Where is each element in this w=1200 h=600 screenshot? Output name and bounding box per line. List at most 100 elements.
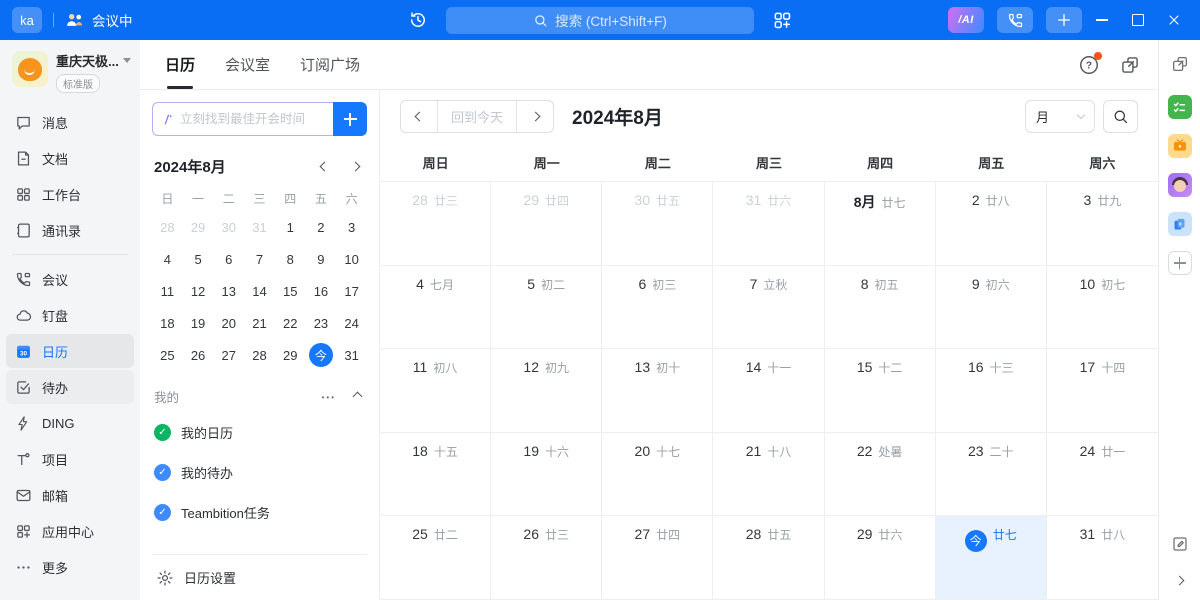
teambition-app-icon[interactable] — [1168, 212, 1192, 236]
day-cell[interactable]: 4七月 — [380, 266, 491, 350]
mini-day[interactable]: 28 — [244, 339, 275, 371]
org-switcher[interactable]: 重庆天极... 标准版 — [0, 40, 140, 99]
day-cell[interactable]: 23二十 — [936, 433, 1047, 517]
history-icon[interactable] — [408, 10, 428, 30]
sidebar-item-ding[interactable]: DING — [6, 406, 134, 440]
back-to-today-button[interactable]: 回到今天 — [437, 101, 517, 132]
quick-add-button[interactable] — [1046, 7, 1082, 33]
day-cell-today[interactable]: 今廿七 — [936, 516, 1047, 600]
mini-day[interactable]: 13 — [213, 275, 244, 307]
mini-day[interactable]: 1 — [275, 211, 306, 243]
sidebar-item-contacts[interactable]: 通讯录 — [6, 213, 134, 247]
sidebar-item-mail[interactable]: 邮箱 — [6, 478, 134, 512]
mini-day[interactable]: 30 — [213, 211, 244, 243]
call-button[interactable] — [997, 7, 1033, 33]
next-month-button[interactable] — [517, 101, 553, 132]
note-button[interactable] — [1171, 535, 1189, 553]
day-cell[interactable]: 18十五 — [380, 433, 491, 517]
mini-day[interactable]: 31 — [244, 211, 275, 243]
mini-next-month-button[interactable] — [351, 162, 361, 172]
checklist-app-icon[interactable] — [1168, 95, 1192, 119]
mini-day-today[interactable]: 今 — [306, 339, 337, 371]
sidebar-item-workbench[interactable]: 工作台 — [6, 177, 134, 211]
day-cell[interactable]: 12初九 — [491, 349, 602, 433]
mini-day[interactable]: 11 — [152, 275, 183, 307]
day-cell[interactable]: 5初二 — [491, 266, 602, 350]
sidebar-item-drive[interactable]: 钉盘 — [6, 298, 134, 332]
mini-day[interactable]: 4 — [152, 243, 183, 275]
mini-day[interactable]: 29 — [183, 211, 214, 243]
mini-day[interactable]: 16 — [306, 275, 337, 307]
mini-day[interactable]: 20 — [213, 307, 244, 339]
mini-day[interactable]: 6 — [213, 243, 244, 275]
day-cell[interactable]: 14十一 — [713, 349, 824, 433]
sidebar-item-app-center[interactable]: 应用中心 — [6, 514, 134, 548]
mini-day[interactable]: 27 — [213, 339, 244, 371]
mini-day[interactable]: 23 — [306, 307, 337, 339]
mini-day[interactable]: 19 — [183, 307, 214, 339]
day-cell[interactable]: 19十六 — [491, 433, 602, 517]
calendar-check-icon[interactable] — [154, 464, 171, 481]
mini-prev-month-button[interactable] — [320, 162, 330, 172]
mini-day[interactable]: 15 — [275, 275, 306, 307]
day-cell[interactable]: 31廿八 — [1047, 516, 1158, 600]
dock-open-external-button[interactable] — [1171, 55, 1189, 73]
sidebar-item-more[interactable]: 更多 — [6, 550, 134, 584]
day-cell[interactable]: 7立秋 — [713, 266, 824, 350]
mini-day[interactable]: 31 — [336, 339, 367, 371]
day-cell[interactable]: 24廿一 — [1047, 433, 1158, 517]
day-cell[interactable]: 13初十 — [602, 349, 713, 433]
global-search-input[interactable]: 搜索 (Ctrl+Shift+F) — [446, 7, 754, 34]
mini-day[interactable]: 17 — [336, 275, 367, 307]
mini-day[interactable]: 22 — [275, 307, 306, 339]
day-cell[interactable]: 22处暑 — [825, 433, 936, 517]
sidebar-item-projects[interactable]: 项目 — [6, 442, 134, 476]
mini-day[interactable]: 18 — [152, 307, 183, 339]
day-cell[interactable]: 10初七 — [1047, 266, 1158, 350]
day-cell[interactable]: 2廿八 — [936, 182, 1047, 266]
help-button[interactable]: ? — [1078, 54, 1100, 76]
calendar-list-item-teambition[interactable]: Teambition任务 — [152, 492, 367, 532]
close-button[interactable] — [1158, 7, 1190, 33]
workspace-badge[interactable]: ka — [12, 7, 42, 33]
sidebar-item-calendar[interactable]: 30 日历 — [6, 334, 134, 368]
calendar-check-icon[interactable] — [154, 424, 171, 441]
mini-day[interactable]: 10 — [336, 243, 367, 275]
calendar-check-icon[interactable] — [154, 504, 171, 521]
day-cell[interactable]: 3廿九 — [1047, 182, 1158, 266]
mini-day[interactable]: 21 — [244, 307, 275, 339]
sidebar-item-todo[interactable]: 待办 — [6, 370, 134, 404]
collapse-section-icon[interactable] — [353, 392, 363, 402]
tab-calendar[interactable]: 日历 — [165, 40, 195, 89]
mini-day[interactable]: 9 — [306, 243, 337, 275]
minimize-button[interactable] — [1086, 7, 1118, 33]
mini-day[interactable]: 5 — [183, 243, 214, 275]
day-cell[interactable]: 15十二 — [825, 349, 936, 433]
day-cell[interactable]: 28廿五 — [713, 516, 824, 600]
calendar-settings-button[interactable]: 日历设置 — [152, 554, 367, 600]
mini-day[interactable]: 7 — [244, 243, 275, 275]
day-cell[interactable]: 20十七 — [602, 433, 713, 517]
meeting-time-finder-input[interactable] — [180, 112, 326, 126]
mini-day[interactable]: 2 — [306, 211, 337, 243]
day-cell[interactable]: 8月廿七 — [825, 182, 936, 266]
mini-day[interactable]: 28 — [152, 211, 183, 243]
ai-assistant-button[interactable]: /AI — [948, 7, 984, 33]
calendar-list-item-my-todo[interactable]: 我的待办 — [152, 452, 367, 492]
day-cell[interactable]: 8初五 — [825, 266, 936, 350]
day-cell[interactable]: 25廿二 — [380, 516, 491, 600]
sidebar-item-docs[interactable]: 文档 — [6, 141, 134, 175]
calendar-search-button[interactable] — [1103, 100, 1138, 133]
mini-day[interactable]: 24 — [336, 307, 367, 339]
day-cell[interactable]: 27廿四 — [602, 516, 713, 600]
prev-month-button[interactable] — [401, 101, 437, 132]
day-cell[interactable]: 29廿六 — [825, 516, 936, 600]
ai-avatar[interactable] — [1168, 173, 1192, 197]
app-grid-add-icon[interactable] — [772, 10, 792, 30]
day-cell[interactable]: 11初八 — [380, 349, 491, 433]
meeting-status-button[interactable]: 会议中 — [65, 10, 133, 30]
day-cell[interactable]: 31廿六 — [713, 182, 824, 266]
maximize-button[interactable] — [1122, 7, 1154, 33]
create-event-button[interactable] — [333, 102, 367, 136]
mini-day[interactable]: 26 — [183, 339, 214, 371]
